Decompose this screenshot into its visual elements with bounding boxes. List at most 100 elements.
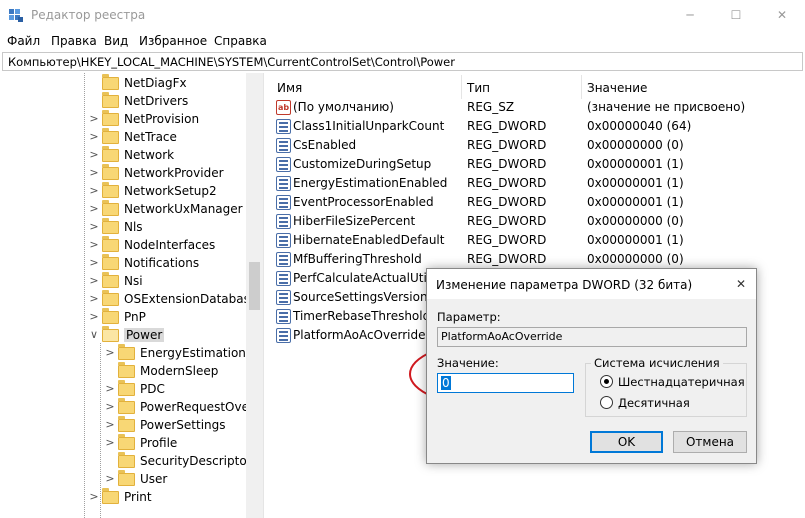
radio-decimal-label[interactable]: Десятичная bbox=[618, 396, 690, 410]
column-type-header[interactable]: Тип bbox=[467, 81, 490, 95]
expand-icon[interactable]: > bbox=[89, 112, 99, 125]
cancel-button[interactable]: Отмена bbox=[673, 431, 747, 453]
expand-icon[interactable]: > bbox=[89, 274, 99, 287]
column-name-header[interactable]: Имя bbox=[277, 81, 302, 95]
expand-icon[interactable]: > bbox=[89, 184, 99, 197]
expand-icon[interactable]: > bbox=[89, 202, 99, 215]
list-row[interactable]: EnergyEstimationEnabled REG_DWORD 0x000000… bbox=[269, 174, 805, 193]
tree-item-modernsleep[interactable]: ModernSleep bbox=[118, 361, 218, 380]
folder-icon bbox=[102, 181, 119, 198]
tree-item-label: PowerRequestOverri bbox=[140, 400, 262, 414]
list-row[interactable]: EventProcessorEnabled REG_DWORD 0x00000001… bbox=[269, 193, 805, 212]
cell-name: MfBufferingThreshold bbox=[293, 252, 422, 266]
expand-icon[interactable]: > bbox=[89, 310, 99, 323]
tree-item-netdiagfx[interactable]: NetDiagFx bbox=[102, 73, 187, 92]
tree-item-network[interactable]: Network bbox=[102, 145, 174, 164]
tree-item-user[interactable]: User bbox=[118, 469, 167, 488]
cell-name: HiberFileSizePercent bbox=[293, 214, 416, 228]
maximize-button[interactable]: ☐ bbox=[713, 0, 759, 30]
address-bar[interactable]: Компьютер\HKEY_LOCAL_MACHINE\SYSTEM\Curr… bbox=[2, 52, 803, 71]
tree-item-label: PowerSettings bbox=[140, 418, 226, 432]
radio-hex-label[interactable]: Шестнадцатеричная bbox=[618, 375, 745, 389]
value-input[interactable]: 0 bbox=[437, 373, 574, 393]
tree-item-osextensiondatabase[interactable]: OSExtensionDatabase bbox=[102, 289, 257, 308]
cell-type: REG_DWORD bbox=[467, 195, 547, 209]
folder-icon bbox=[102, 307, 119, 324]
expand-icon[interactable]: > bbox=[89, 148, 99, 161]
scrollbar-thumb[interactable] bbox=[249, 262, 260, 310]
close-button[interactable]: ✕ bbox=[759, 0, 805, 30]
cell-name: HibernateEnabledDefault bbox=[293, 233, 445, 247]
tree-item-powersettings[interactable]: PowerSettings bbox=[118, 415, 226, 434]
expand-icon[interactable]: > bbox=[105, 472, 115, 485]
tree-item-notifications[interactable]: Notifications bbox=[102, 253, 199, 272]
menu-view[interactable]: Вид bbox=[104, 34, 128, 48]
tree-item-print[interactable]: Print bbox=[102, 487, 152, 506]
tree-item-securitydescriptors[interactable]: SecurityDescriptors bbox=[118, 451, 258, 470]
list-row[interactable]: MfBufferingThreshold REG_DWORD 0x00000000 … bbox=[269, 250, 805, 269]
tree-item-power[interactable]: Power bbox=[102, 325, 165, 344]
menu-file[interactable]: Файл bbox=[7, 34, 40, 48]
tree-item-nodeinterfaces[interactable]: NodeInterfaces bbox=[102, 235, 215, 254]
list-row[interactable]: ab (По умолчанию) REG_SZ (значение не присв… bbox=[269, 98, 805, 117]
tree-item-profile[interactable]: Profile bbox=[118, 433, 177, 452]
column-separator[interactable] bbox=[581, 75, 582, 99]
expand-icon[interactable]: > bbox=[89, 256, 99, 269]
tree-item-energyestimation[interactable]: EnergyEstimation bbox=[118, 343, 246, 362]
tree-item-label: NetDiagFx bbox=[124, 76, 187, 90]
tree-item-powerrequestoverri[interactable]: PowerRequestOverri bbox=[118, 397, 262, 416]
expand-icon[interactable]: > bbox=[89, 130, 99, 143]
tree-item-label: NetProvision bbox=[124, 112, 200, 126]
registry-tree[interactable]: NetDiagFx NetDrivers NetProvision > NetTrace… bbox=[2, 73, 264, 518]
tree-item-networksetup2[interactable]: NetworkSetup2 bbox=[102, 181, 217, 200]
tree-item-netdrivers[interactable]: NetDrivers bbox=[102, 91, 188, 110]
menu-help[interactable]: Справка bbox=[214, 34, 267, 48]
expand-icon[interactable]: > bbox=[89, 166, 99, 179]
cell-value: 0x00000040 (64) bbox=[587, 119, 692, 133]
tree-item-nls[interactable]: Nls bbox=[102, 217, 143, 236]
expand-icon[interactable]: > bbox=[105, 382, 115, 395]
ok-button[interactable]: OK bbox=[590, 431, 663, 453]
minimize-button[interactable]: ─ bbox=[667, 0, 713, 30]
dialog-close-button[interactable]: ✕ bbox=[726, 269, 756, 299]
cell-value: 0x00000001 (1) bbox=[587, 195, 684, 209]
cell-name: PerfCalculateActualUtiliza bbox=[293, 271, 448, 285]
expand-icon[interactable]: > bbox=[105, 346, 115, 359]
tree-item-pdc[interactable]: PDC bbox=[118, 379, 165, 398]
tree-item-pnp[interactable]: PnP bbox=[102, 307, 146, 326]
list-row[interactable]: CustomizeDuringSetup REG_DWORD 0x00000001 … bbox=[269, 155, 805, 174]
tree-item-label: Print bbox=[124, 490, 152, 504]
expand-icon[interactable]: > bbox=[105, 418, 115, 431]
cell-name: CsEnabled bbox=[293, 138, 357, 152]
cell-value: 0x00000001 (1) bbox=[587, 233, 684, 247]
tree-scrollbar[interactable] bbox=[246, 73, 263, 518]
folder-icon bbox=[102, 217, 119, 234]
folder-icon bbox=[102, 145, 119, 162]
list-row[interactable]: HibernateEnabledDefault REG_DWORD 0x000000… bbox=[269, 231, 805, 250]
expand-icon[interactable]: > bbox=[89, 220, 99, 233]
list-row[interactable]: Class1InitialUnparkCount REG_DWORD 0x00000… bbox=[269, 117, 805, 136]
expand-icon[interactable]: > bbox=[105, 436, 115, 449]
tree-item-networkprovider[interactable]: NetworkProvider bbox=[102, 163, 224, 182]
menu-favorites[interactable]: Избранное bbox=[139, 34, 207, 48]
menu-edit[interactable]: Правка bbox=[51, 34, 97, 48]
cell-name: SourceSettingsVersion bbox=[293, 290, 428, 304]
tree-item-netprovision[interactable]: NetProvision bbox=[102, 109, 200, 128]
list-row[interactable]: HiberFileSizePercent REG_DWORD 0x00000000 … bbox=[269, 212, 805, 231]
radio-decimal[interactable] bbox=[600, 396, 613, 409]
radio-hex[interactable] bbox=[600, 375, 613, 388]
expand-icon[interactable]: > bbox=[89, 238, 99, 251]
expand-icon[interactable]: > bbox=[89, 292, 99, 305]
folder-icon bbox=[102, 127, 119, 144]
column-separator[interactable] bbox=[461, 75, 462, 99]
column-value-header[interactable]: Значение bbox=[587, 81, 647, 95]
tree-item-nsi[interactable]: Nsi bbox=[102, 271, 143, 290]
expand-icon[interactable]: > bbox=[105, 400, 115, 413]
list-row[interactable]: CsEnabled REG_DWORD 0x00000000 (0) bbox=[269, 136, 805, 155]
collapse-icon[interactable]: ∨ bbox=[89, 328, 99, 341]
tree-item-nettrace[interactable]: NetTrace bbox=[102, 127, 177, 146]
expand-icon[interactable]: > bbox=[89, 490, 99, 503]
cell-name: CustomizeDuringSetup bbox=[293, 157, 432, 171]
tree-item-networkuxmanager[interactable]: NetworkUxManager bbox=[102, 199, 243, 218]
tree-guide-line bbox=[84, 73, 85, 518]
